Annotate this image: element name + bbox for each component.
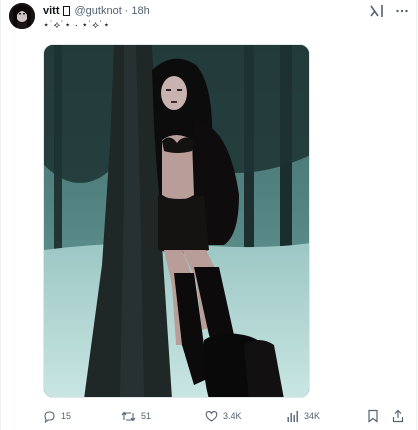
reply-icon bbox=[44, 410, 55, 423]
more-icon[interactable] bbox=[395, 4, 409, 18]
share-button[interactable] bbox=[392, 407, 404, 425]
separator-dot: · bbox=[124, 5, 129, 17]
retweet-button[interactable]: 51 bbox=[121, 407, 151, 425]
heart-icon bbox=[205, 410, 218, 422]
display-name[interactable]: vitt bbox=[43, 4, 60, 18]
user-handle[interactable]: @gutknot bbox=[75, 4, 122, 18]
bookmark-button[interactable] bbox=[367, 407, 379, 425]
divider bbox=[0, 0, 1, 430]
retweet-count: 51 bbox=[141, 411, 152, 421]
reply-button[interactable]: 15 bbox=[43, 407, 71, 425]
tweet-photo[interactable] bbox=[43, 44, 310, 398]
share-icon bbox=[392, 409, 404, 423]
tweet-header: vitt @gutknot · 18h bbox=[43, 4, 150, 18]
timestamp[interactable]: 18h bbox=[131, 4, 149, 18]
like-count: 3.4K bbox=[223, 411, 242, 421]
reply-count: 15 bbox=[61, 411, 72, 421]
views-button[interactable]: 34K bbox=[286, 407, 320, 425]
avatar[interactable] bbox=[9, 3, 35, 29]
tweet-text: ⋆˙⟡˙⋆ · ⋆˙⟡˙⋆ bbox=[43, 20, 110, 31]
action-bar: 15 51 3.4K 34K bbox=[43, 407, 409, 425]
grok-icon[interactable] bbox=[369, 3, 385, 19]
views-icon bbox=[287, 410, 298, 422]
tweet-card[interactable]: vitt @gutknot · 18h ⋆˙⟡˙⋆ · ⋆˙⟡˙⋆ 15 51 … bbox=[0, 0, 418, 430]
like-button[interactable]: 3.4K bbox=[205, 407, 242, 425]
missing-glyph-icon bbox=[62, 6, 70, 16]
retweet-icon bbox=[121, 411, 136, 421]
views-count: 34K bbox=[304, 411, 321, 421]
bookmark-icon bbox=[368, 409, 378, 423]
divider bbox=[416, 0, 417, 430]
